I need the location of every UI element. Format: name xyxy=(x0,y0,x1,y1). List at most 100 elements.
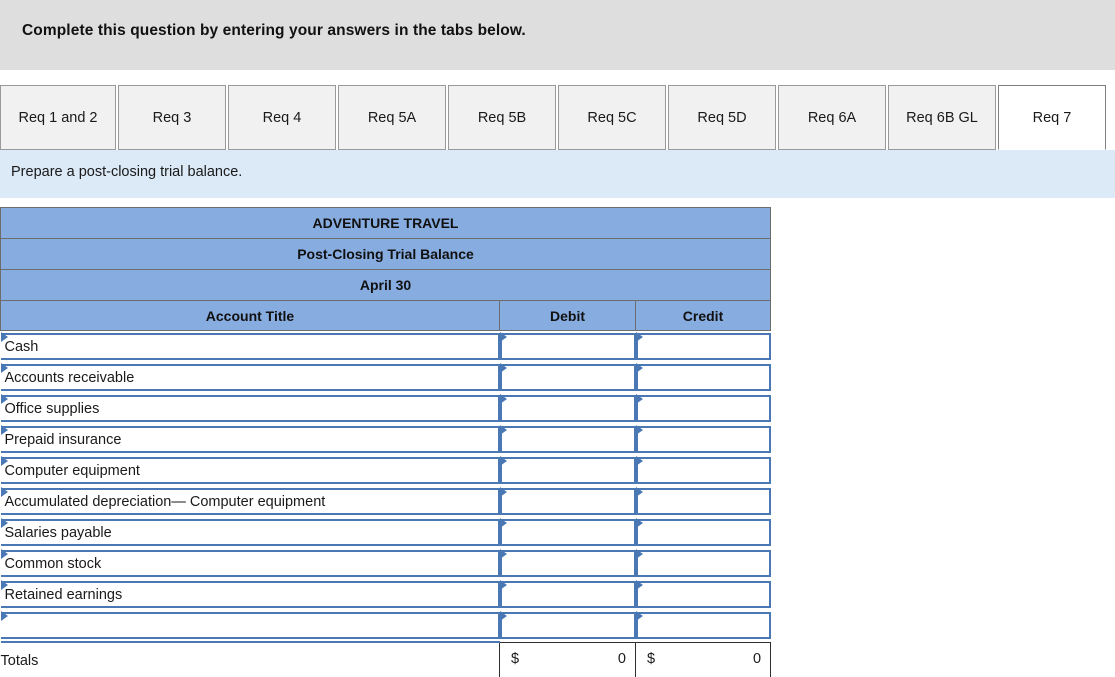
account-title-input[interactable]: Office supplies xyxy=(0,395,500,422)
dropdown-triangle-icon[interactable] xyxy=(0,456,8,466)
account-title-input[interactable]: Cash xyxy=(0,333,500,360)
account-title-input[interactable]: Accounts receivable xyxy=(0,364,500,391)
dropdown-triangle-icon[interactable] xyxy=(0,580,8,590)
tab-label: Req 1 and 2 xyxy=(18,109,98,126)
tab-req-5b[interactable]: Req 5B xyxy=(448,85,556,150)
dropdown-triangle-icon[interactable] xyxy=(635,394,643,404)
cell-debit xyxy=(499,579,636,610)
cell-debit xyxy=(499,455,636,486)
dropdown-triangle-icon[interactable] xyxy=(499,518,507,528)
account-title-input[interactable]: Prepaid insurance xyxy=(0,426,500,453)
dropdown-triangle-icon[interactable] xyxy=(635,518,643,528)
tab-label: Req 3 xyxy=(152,109,192,126)
column-header-account-title: Account Title xyxy=(0,300,500,331)
totals-debit-cell: $0 xyxy=(499,641,636,677)
debit-input[interactable] xyxy=(499,488,636,515)
dropdown-triangle-icon[interactable] xyxy=(0,394,8,404)
dropdown-triangle-icon[interactable] xyxy=(635,456,643,466)
debit-input[interactable] xyxy=(499,395,636,422)
cell-credit xyxy=(635,486,771,517)
question-banner: Complete this question by entering your … xyxy=(0,0,1115,70)
dropdown-triangle-icon[interactable] xyxy=(0,611,8,621)
tab-label: Req 6A xyxy=(807,109,857,126)
totals-label: Totals xyxy=(0,641,500,677)
debit-input[interactable] xyxy=(499,550,636,577)
credit-input[interactable] xyxy=(635,364,771,391)
credit-input[interactable] xyxy=(635,550,771,577)
cell-debit xyxy=(499,393,636,424)
dropdown-triangle-icon[interactable] xyxy=(0,487,8,497)
debit-input[interactable] xyxy=(499,333,636,360)
credit-input[interactable] xyxy=(635,519,771,546)
sheet-title-line-2: Post-Closing Trial Balance xyxy=(0,238,772,270)
credit-input[interactable] xyxy=(635,612,771,640)
table-row xyxy=(0,610,771,642)
cell-account: Accounts receivable xyxy=(0,362,500,393)
total-value: 0 xyxy=(617,650,626,667)
tab-req-6b-gl[interactable]: Req 6B GL xyxy=(888,85,996,150)
tab-req-4[interactable]: Req 4 xyxy=(228,85,336,150)
cell-credit xyxy=(635,331,771,363)
dropdown-triangle-icon[interactable] xyxy=(0,518,8,528)
debit-input[interactable] xyxy=(499,364,636,391)
account-title-input[interactable]: Salaries payable xyxy=(0,519,500,546)
dropdown-triangle-icon[interactable] xyxy=(635,425,643,435)
dropdown-triangle-icon[interactable] xyxy=(635,332,643,342)
debit-input[interactable] xyxy=(499,426,636,453)
account-title-input[interactable]: Accumulated depreciation— Computer equip… xyxy=(0,488,500,515)
instruction-text: Prepare a post-closing trial balance. xyxy=(11,164,243,180)
debit-input[interactable] xyxy=(499,519,636,546)
dropdown-triangle-icon[interactable] xyxy=(635,363,643,373)
dropdown-triangle-icon[interactable] xyxy=(499,611,507,622)
cell-credit xyxy=(635,362,771,393)
cell-credit xyxy=(635,424,771,455)
totals-row: Totals $0 $0 xyxy=(0,641,772,677)
account-title-input[interactable] xyxy=(0,612,500,639)
dropdown-triangle-icon[interactable] xyxy=(499,394,507,404)
tab-req-7[interactable]: Req 7 xyxy=(998,85,1106,150)
dropdown-triangle-icon[interactable] xyxy=(499,456,507,466)
total-value: 0 xyxy=(752,650,762,667)
account-title-input[interactable]: Computer equipment xyxy=(0,457,500,484)
credit-input[interactable] xyxy=(635,488,771,515)
dropdown-triangle-icon[interactable] xyxy=(0,425,8,435)
cell-credit xyxy=(635,548,771,579)
dropdown-triangle-icon[interactable] xyxy=(499,425,507,435)
dropdown-triangle-icon[interactable] xyxy=(499,549,507,559)
credit-input[interactable] xyxy=(635,426,771,453)
currency-symbol: $ xyxy=(511,650,520,667)
dropdown-triangle-icon[interactable] xyxy=(499,487,507,497)
totals-credit-cell: $0 xyxy=(634,641,772,677)
tab-req-3[interactable]: Req 3 xyxy=(118,85,226,150)
dropdown-triangle-icon[interactable] xyxy=(0,332,8,342)
dropdown-triangle-icon[interactable] xyxy=(635,580,643,590)
credit-input[interactable] xyxy=(635,333,771,360)
account-title-input[interactable]: Retained earnings xyxy=(0,581,500,608)
tab-req-6a[interactable]: Req 6A xyxy=(778,85,886,150)
dropdown-triangle-icon[interactable] xyxy=(0,363,8,373)
account-title-input[interactable]: Common stock xyxy=(0,550,500,577)
dropdown-triangle-icon[interactable] xyxy=(635,611,643,622)
cell-debit xyxy=(499,424,636,455)
cell-credit xyxy=(635,610,771,642)
currency-symbol: $ xyxy=(647,650,656,667)
tab-req-5a[interactable]: Req 5A xyxy=(338,85,446,150)
dropdown-triangle-icon[interactable] xyxy=(635,487,643,497)
cell-account: Common stock xyxy=(0,548,500,579)
dropdown-triangle-icon[interactable] xyxy=(0,549,8,559)
debit-input[interactable] xyxy=(499,457,636,484)
tab-req-1-and-2[interactable]: Req 1 and 2 xyxy=(0,85,116,150)
cell-account: Salaries payable xyxy=(0,517,500,548)
debit-input[interactable] xyxy=(499,612,636,640)
dropdown-triangle-icon[interactable] xyxy=(499,580,507,590)
table-row: Cash xyxy=(0,331,771,363)
dropdown-triangle-icon[interactable] xyxy=(635,549,643,559)
dropdown-triangle-icon[interactable] xyxy=(499,363,507,373)
credit-input[interactable] xyxy=(635,395,771,422)
debit-input[interactable] xyxy=(499,581,636,608)
credit-input[interactable] xyxy=(635,457,771,484)
dropdown-triangle-icon[interactable] xyxy=(499,332,507,342)
tab-req-5c[interactable]: Req 5C xyxy=(558,85,666,150)
tab-req-5d[interactable]: Req 5D xyxy=(668,85,776,150)
credit-input[interactable] xyxy=(635,581,771,608)
